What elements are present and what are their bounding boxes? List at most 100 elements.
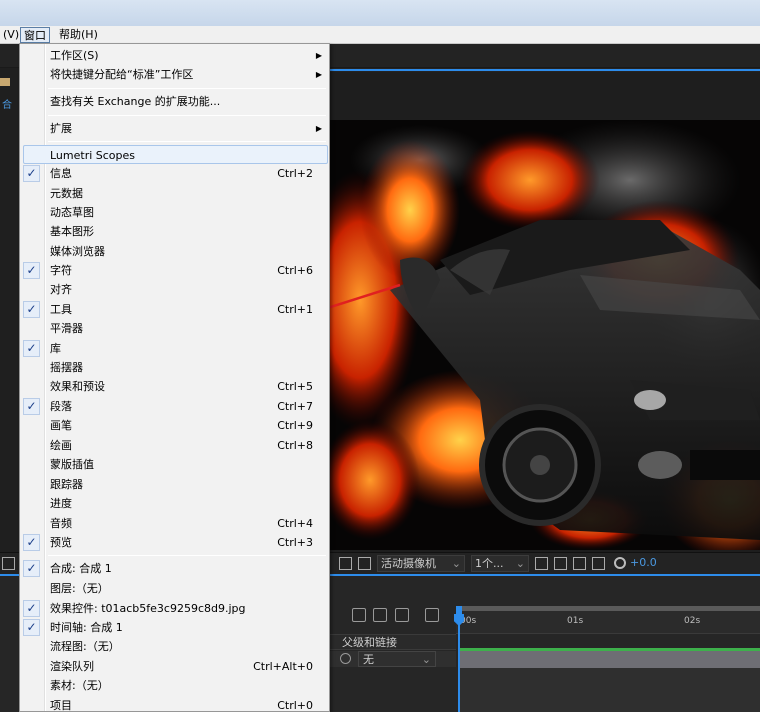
menu-item[interactable]: 渲染队列 Ctrl+Alt+0	[20, 657, 329, 676]
submenu-arrow-icon: ▶	[315, 70, 322, 79]
menu-item-label: 库	[50, 342, 61, 355]
menu-view[interactable]: (V)	[0, 27, 22, 43]
transparency-grid-icon[interactable]	[358, 557, 371, 570]
menu-item[interactable]: ✓ 合成: 合成 1	[20, 559, 329, 578]
chevron-down-icon: ⌄	[451, 557, 461, 570]
menu-item[interactable]: ✓ 时间轴: 合成 1	[20, 618, 329, 637]
monitor-icon[interactable]	[2, 557, 15, 570]
menu-item[interactable]: 工作区(S) ▶	[20, 46, 329, 65]
parent-select[interactable]: 无 ⌄	[358, 651, 436, 667]
menu-item[interactable]: 扩展 ▶	[20, 119, 329, 138]
draft-3d-icon[interactable]	[352, 608, 366, 622]
menu-item[interactable]: 流程图:（无）	[20, 637, 329, 656]
menu-item[interactable]: 动态草图	[20, 203, 329, 222]
menu-item-label: 字符	[50, 264, 72, 277]
project-panel: 合	[0, 68, 20, 558]
menu-item[interactable]: 素材:（无）	[20, 676, 329, 695]
menu-item[interactable]: 蒙版插值	[20, 455, 329, 474]
menu-item-label: 扩展	[50, 122, 72, 135]
menu-item[interactable]: ✓ 字符 Ctrl+6	[20, 261, 329, 280]
menu-item-label: 流程图:（无）	[50, 640, 120, 653]
menu-item-shortcut: Ctrl+0	[277, 699, 313, 712]
menu-item[interactable]: 摇摆器	[20, 358, 329, 377]
menu-item[interactable]: 绘画 Ctrl+8	[20, 436, 329, 455]
time-tick: 01s	[567, 616, 584, 626]
fast-preview-icon[interactable]	[554, 557, 567, 570]
menu-item-label: 动态草图	[50, 206, 94, 219]
menu-item[interactable]: ✓ 预览 Ctrl+3	[20, 533, 329, 552]
menu-item[interactable]: 进度	[20, 494, 329, 513]
menu-item-label: 进度	[50, 497, 72, 510]
menu-item-label: 工具	[50, 303, 72, 316]
menu-item[interactable]: Lumetri Scopes	[23, 145, 328, 164]
timeline-icon[interactable]	[573, 557, 586, 570]
pick-whip-icon[interactable]	[340, 653, 351, 664]
menu-item[interactable]: 媒体浏览器	[20, 242, 329, 261]
menu-item[interactable]: 将快捷键分配给“标准”工作区 ▶	[20, 65, 329, 84]
menu-item[interactable]: ✓ 工具 Ctrl+1	[20, 300, 329, 319]
menu-item[interactable]: 音频 Ctrl+4	[20, 514, 329, 533]
panel-tab-label[interactable]: 合	[2, 96, 12, 111]
menu-item-shortcut: Ctrl+1	[277, 303, 313, 316]
menu-item[interactable]: ✓ 信息 Ctrl+2	[20, 164, 329, 183]
timeline-empty-area	[460, 668, 760, 712]
composition-viewer[interactable]	[330, 120, 760, 550]
menu-item[interactable]: 对齐	[20, 280, 329, 299]
menu-item-label: 工作区(S)	[50, 49, 99, 62]
layer-track[interactable]	[460, 651, 760, 668]
menu-item-label: 图层:（无）	[50, 582, 109, 595]
submenu-arrow-icon: ▶	[315, 51, 322, 60]
menu-item[interactable]: ✓ 效果控件: t01acb5fe3c9259c8d9.jpg	[20, 599, 329, 618]
menu-item[interactable]: 画笔 Ctrl+9	[20, 416, 329, 435]
parent-select-value: 无	[363, 653, 374, 666]
checkmark-icon: ✓	[23, 340, 40, 357]
exposure-value: +0.0	[630, 556, 657, 569]
menu-item-shortcut: Ctrl+3	[277, 536, 313, 549]
menu-item-shortcut: Ctrl+4	[277, 517, 313, 530]
time-ruler[interactable]: 00s 01s 02s	[456, 606, 760, 634]
menu-item-label: 元数据	[50, 187, 83, 200]
toggle-view-icon[interactable]	[535, 557, 548, 570]
checkmark-icon: ✓	[23, 619, 40, 636]
menu-item-label: 蒙版插值	[50, 458, 94, 471]
menu-item-shortcut: Ctrl+9	[277, 419, 313, 432]
menu-item-label: 平滑器	[50, 322, 83, 335]
flowchart-icon[interactable]	[592, 557, 605, 570]
layer-row[interactable]: 无 ⌄	[330, 651, 456, 667]
menu-item[interactable]: 跟踪器	[20, 475, 329, 494]
menu-item-shortcut: Ctrl+2	[277, 167, 313, 180]
active-panel-indicator	[330, 69, 760, 71]
work-area-bar[interactable]	[456, 606, 760, 611]
menu-item-label: 预览	[50, 536, 72, 549]
menu-item[interactable]: 效果和预设 Ctrl+5	[20, 377, 329, 396]
graph-editor-icon[interactable]	[425, 608, 439, 622]
frame-blending-icon[interactable]	[395, 608, 409, 622]
menu-item[interactable]: 基本图形	[20, 222, 329, 241]
chevron-down-icon: ⌄	[421, 653, 431, 666]
menu-item-shortcut: Ctrl+Alt+0	[253, 660, 313, 673]
menu-item-label: 素材:（无）	[50, 679, 109, 692]
parent-link-column-header[interactable]: 父级和链接	[330, 634, 456, 650]
menu-item[interactable]: 项目 Ctrl+0	[20, 696, 329, 712]
views-select[interactable]: 1个... ⌄	[471, 555, 529, 572]
exposure-reset-icon[interactable]	[614, 557, 626, 569]
menu-item[interactable]: ✓ 库	[20, 339, 329, 358]
checkmark-icon: ✓	[23, 262, 40, 279]
menu-item[interactable]: 平滑器	[20, 319, 329, 338]
menu-item[interactable]: ✓ 段落 Ctrl+7	[20, 397, 329, 416]
menu-separator	[48, 555, 326, 556]
views-select-label: 1个...	[475, 557, 504, 570]
exposure-control[interactable]: +0.0	[614, 556, 657, 569]
menu-item-shortcut: Ctrl+6	[277, 264, 313, 277]
camera-select[interactable]: 活动摄像机 ⌄	[377, 555, 465, 572]
menu-help[interactable]: 帮助(H)	[56, 27, 101, 43]
checkmark-icon: ✓	[23, 534, 40, 551]
menu-item-label: 效果和预设	[50, 380, 105, 393]
region-of-interest-icon[interactable]	[339, 557, 352, 570]
menu-item[interactable]: 元数据	[20, 184, 329, 203]
shy-layers-icon[interactable]	[373, 608, 387, 622]
menu-item[interactable]: 查找有关 Exchange 的扩展功能...	[20, 92, 329, 111]
menu-window[interactable]: 窗口	[20, 27, 50, 43]
menu-separator	[48, 141, 326, 142]
menu-item[interactable]: 图层:（无）	[20, 579, 329, 598]
